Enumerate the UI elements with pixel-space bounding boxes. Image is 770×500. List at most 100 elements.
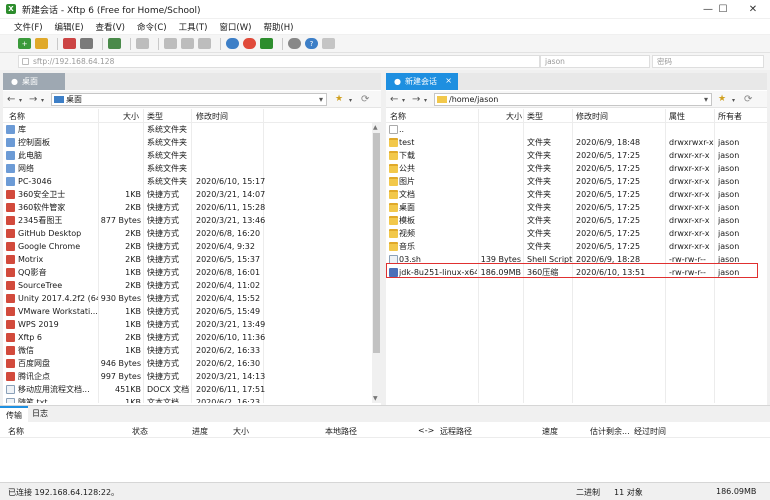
scroll-down-icon[interactable]: ▼ [373,395,378,402]
menu-file[interactable]: 文件(F) [14,21,43,33]
bookmark-icon[interactable]: ★ [335,94,343,104]
file-row[interactable]: 文档 文件夹 2020/6/5, 17:25 drwxr-xr-x jason [386,188,767,201]
username-input[interactable]: jason [540,55,650,68]
file-row[interactable]: WPS 2019 1KB 快捷方式 2020/3/21, 13:49 [3,318,381,331]
col-transfer-name[interactable]: 名称 [8,426,24,437]
chevron-down-icon[interactable]: ▾ [319,94,323,105]
properties-icon[interactable] [198,38,211,49]
file-row[interactable]: 2345看图王 877 Bytes 快捷方式 2020/3/21, 13:46 [3,214,381,227]
forward-dropdown-icon[interactable]: ▾ [41,97,44,104]
file-row[interactable]: 移动应用流程文档... 451KB DOCX 文档 2020/6/11, 17:51 [3,383,381,396]
col-transfer-remote[interactable]: 远程路径 [440,426,472,437]
refresh-icon[interactable]: ⟳ [361,94,369,105]
back-dropdown-icon[interactable]: ▾ [19,97,22,104]
menu-tools[interactable]: 工具(T) [179,21,208,33]
bookmark-dropdown-icon[interactable]: ▾ [732,97,735,104]
file-row[interactable]: 网络 系统文件夹 [3,162,381,175]
col-name[interactable]: 名称 [390,111,406,122]
password-input[interactable]: 密码 [652,55,764,68]
file-row[interactable]: 模板 文件夹 2020/6/5, 17:25 drwxr-xr-x jason [386,214,767,227]
tab-local-desktop[interactable]: ● 桌面 [3,73,65,90]
menu-edit[interactable]: 编辑(E) [55,21,84,33]
back-dropdown-icon[interactable]: ▾ [402,97,405,104]
file-row[interactable]: 控制面板 系统文件夹 [3,136,381,149]
refresh-icon[interactable]: ⟳ [744,94,752,105]
transfer-icon[interactable] [108,38,121,49]
file-row[interactable]: 视频 文件夹 2020/6/5, 17:25 drwxr-xr-x jason [386,227,767,240]
tab-log[interactable]: 日志 [26,406,54,422]
close-button[interactable]: ✕ [738,0,768,18]
file-row[interactable]: 百度网盘 946 Bytes 快捷方式 2020/6/2, 16:30 [3,357,381,370]
col-owner[interactable]: 所有者 [718,111,742,122]
col-modified[interactable]: 修改时间 [196,111,228,122]
col-transfer-size[interactable]: 大小 [233,426,249,437]
remote-path-input[interactable]: /home/jason ▾ [434,93,712,106]
chevron-down-icon[interactable]: ▾ [704,94,708,105]
file-row[interactable]: 下载 文件夹 2020/6/5, 17:25 drwxr-xr-x jason [386,149,767,162]
file-row[interactable]: test 文件夹 2020/6/9, 18:48 drwxrwxr-x jason [386,136,767,149]
forward-arrow-icon[interactable]: → [29,94,37,105]
col-transfer-direction[interactable]: <-> [418,426,434,435]
back-arrow-icon[interactable]: ← [7,94,15,105]
col-name[interactable]: 名称 [9,111,25,122]
menu-command[interactable]: 命令(C) [137,21,167,33]
file-row[interactable]: .. [386,123,767,136]
file-row[interactable]: 库 系统文件夹 [3,123,381,136]
open-folder-icon[interactable] [35,38,48,49]
scroll-up-icon[interactable]: ▲ [373,124,378,131]
file-row[interactable]: Unity 2017.4.2f2 (64...930 Bytes 快捷方式 2020… [3,292,381,305]
file-row[interactable]: QQ影音 1KB 快捷方式 2020/6/8, 16:01 [3,266,381,279]
reconnect-icon[interactable] [80,38,93,49]
scroll-thumb[interactable] [373,133,380,353]
file-row[interactable]: Xftp 6 2KB 快捷方式 2020/6/10, 11:36 [3,331,381,344]
menu-help[interactable]: 帮助(H) [263,21,293,33]
chat-icon[interactable] [322,38,335,49]
file-row[interactable]: Google Chrome 2KB 快捷方式 2020/6/4, 9:32 [3,240,381,253]
file-row[interactable]: 360安全卫士 1KB 快捷方式 2020/3/21, 14:07 [3,188,381,201]
file-row[interactable]: PC-3046 系统文件夹 2020/6/10, 15:17 [3,175,381,188]
paste-icon[interactable] [181,38,194,49]
col-transfer-speed[interactable]: 速度 [542,426,558,437]
file-row[interactable]: 360软件管家 2KB 快捷方式 2020/6/11, 15:28 [3,201,381,214]
gear-icon[interactable] [288,38,301,49]
col-transfer-eta[interactable]: 估计剩余... [590,426,630,437]
xshell-icon[interactable] [243,38,256,49]
col-transfer-elapsed[interactable]: 经过时间 [634,426,666,437]
tab-close-icon[interactable]: × [445,76,452,85]
col-transfer-local[interactable]: 本地路径 [325,426,357,437]
col-attributes[interactable]: 属性 [669,111,685,122]
globe-icon[interactable] [226,38,239,49]
file-row[interactable]: 音乐 文件夹 2020/6/5, 17:25 drwxr-xr-x jason [386,240,767,253]
forward-arrow-icon[interactable]: → [412,94,420,105]
file-row[interactable]: 桌面 文件夹 2020/6/5, 17:25 drwxr-xr-x jason [386,201,767,214]
bookmark-dropdown-icon[interactable]: ▾ [349,97,352,104]
file-row[interactable]: SourceTree 2KB 快捷方式 2020/6/4, 11:02 [3,279,381,292]
file-row[interactable]: 图片 文件夹 2020/6/5, 17:25 drwxr-xr-x jason [386,175,767,188]
col-transfer-status[interactable]: 状态 [132,426,148,437]
file-row[interactable]: GitHub Desktop 2KB 快捷方式 2020/6/8, 16:20 [3,227,381,240]
host-input[interactable]: sftp://192.168.64.128 [18,55,540,68]
file-row[interactable]: 腾讯企点 997 Bytes 快捷方式 2020/3/21, 14:13 [3,370,381,383]
local-path-input[interactable]: 桌面 ▾ [51,93,327,106]
col-modified[interactable]: 修改时间 [576,111,608,122]
disconnect-icon[interactable] [63,38,76,49]
copy-icon[interactable] [164,38,177,49]
col-type[interactable]: 类型 [147,111,163,122]
file-row[interactable]: 此电脑 系统文件夹 [3,149,381,162]
menu-window[interactable]: 窗口(W) [219,21,251,33]
maximize-button[interactable]: ☐ [708,0,738,18]
file-row[interactable]: VMware Workstati... 1KB 快捷方式 2020/6/5, 15:4… [3,305,381,318]
file-row[interactable]: 随笔.txt 1KB 文本文档 2020/6/2, 16:23 [3,396,381,403]
stop-icon[interactable] [136,38,149,49]
col-type[interactable]: 类型 [527,111,543,122]
col-size[interactable]: 大小 [123,111,139,122]
new-session-icon[interactable]: + [18,38,31,49]
file-row[interactable]: 微信 1KB 快捷方式 2020/6/2, 16:33 [3,344,381,357]
tab-remote-session[interactable]: ● 新建会话 × [386,73,458,90]
bookmark-icon[interactable]: ★ [718,94,726,104]
file-row[interactable]: 公共 文件夹 2020/6/5, 17:25 drwxr-xr-x jason [386,162,767,175]
col-transfer-progress[interactable]: 进度 [192,426,208,437]
tab-transfer[interactable]: 传输 [0,406,28,422]
local-scrollbar[interactable]: ▲ ▼ [372,123,381,403]
col-size[interactable]: 大小 [506,111,522,122]
